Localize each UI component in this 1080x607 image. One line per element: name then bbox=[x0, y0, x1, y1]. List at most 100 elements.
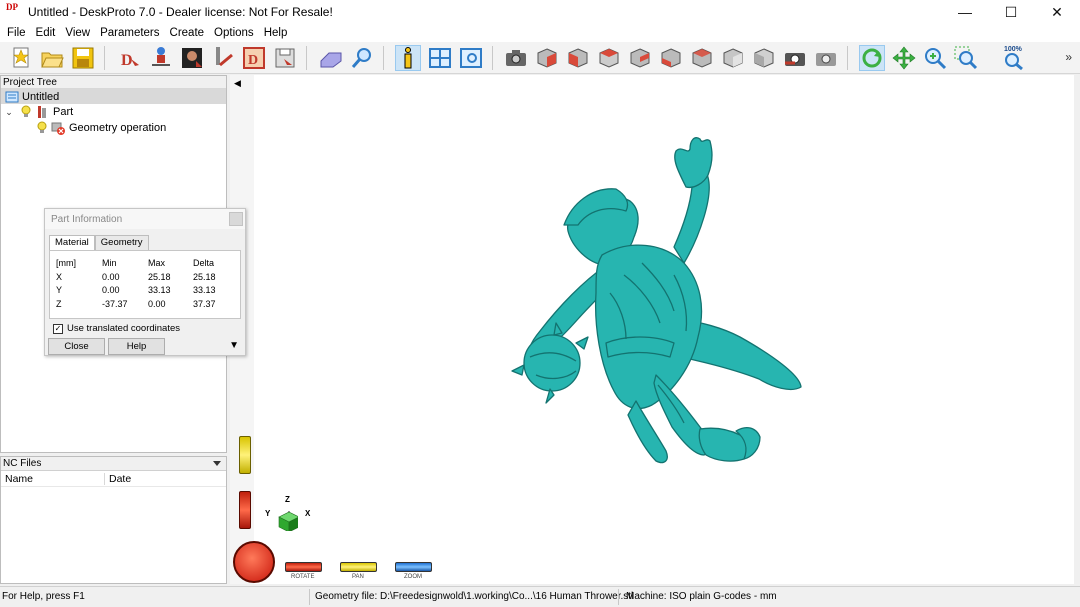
help-button[interactable]: Help bbox=[108, 338, 165, 355]
toolpath-preview-icon[interactable] bbox=[458, 45, 484, 71]
lightbulb-icon[interactable] bbox=[21, 105, 31, 119]
axis-x-label: X bbox=[305, 509, 311, 518]
inspect-icon[interactable] bbox=[349, 45, 375, 71]
nc-column-date[interactable]: Date bbox=[105, 473, 131, 485]
view-cube-right-icon[interactable] bbox=[689, 45, 715, 71]
view-cube-left-icon[interactable] bbox=[658, 45, 684, 71]
svg-text:D: D bbox=[121, 52, 133, 69]
rotate-view-icon[interactable] bbox=[859, 45, 885, 71]
export-icon[interactable] bbox=[272, 45, 298, 71]
part-icon bbox=[38, 106, 46, 118]
view-cube-plain-icon[interactable] bbox=[751, 45, 777, 71]
table-row: Z -37.37 0.00 37.37 bbox=[56, 298, 216, 309]
open-folder-icon[interactable] bbox=[39, 45, 65, 71]
tree-root-label: Untitled bbox=[22, 90, 60, 103]
checkbox-label: Use translated coordinates bbox=[67, 323, 181, 334]
views-icon[interactable] bbox=[427, 45, 453, 71]
menu-parameters[interactable]: Parameters bbox=[95, 27, 164, 39]
geometry-operation-icon bbox=[51, 122, 65, 135]
tree-item-part[interactable]: ⌄ Part bbox=[1, 104, 226, 120]
lightbulb-icon[interactable] bbox=[37, 121, 47, 135]
snapshot-icon[interactable] bbox=[813, 45, 839, 71]
rotate-control[interactable] bbox=[285, 562, 322, 572]
pan-view-icon[interactable] bbox=[891, 45, 917, 71]
import-geometry-icon[interactable]: D bbox=[117, 45, 143, 71]
axis-y-label: Y bbox=[265, 509, 271, 518]
menu-file[interactable]: File bbox=[2, 27, 31, 39]
image-import-icon[interactable] bbox=[179, 45, 205, 71]
rotate-label: ROTATE bbox=[291, 574, 315, 580]
render-camera-icon[interactable] bbox=[782, 45, 808, 71]
menu-bar: File Edit View Parameters Create Options… bbox=[0, 24, 1080, 42]
toolbar-overflow-button[interactable]: » bbox=[1065, 50, 1072, 64]
view-cube-iso-icon[interactable] bbox=[534, 45, 560, 71]
collapse-panel-icon[interactable]: ◀ bbox=[234, 78, 241, 89]
window-title: Untitled - DeskProto 7.0 - Dealer licens… bbox=[28, 5, 333, 19]
checkbox-checked-icon[interactable]: ✓ bbox=[53, 323, 63, 334]
tab-material[interactable]: Material bbox=[49, 235, 95, 251]
title-bar: DP Untitled - DeskProto 7.0 - Dealer lic… bbox=[0, 0, 1080, 24]
tree-part-label: Part bbox=[53, 106, 74, 118]
zoom-in-icon[interactable] bbox=[922, 45, 948, 71]
part-parameters-icon[interactable] bbox=[148, 45, 174, 71]
menu-edit[interactable]: Edit bbox=[31, 27, 61, 39]
zoom-window-icon[interactable] bbox=[953, 45, 979, 71]
project-tree-header: Project Tree bbox=[1, 76, 226, 89]
model-figure[interactable] bbox=[254, 75, 1074, 584]
dropdown-arrow-icon[interactable] bbox=[212, 460, 222, 468]
tool-icon[interactable] bbox=[210, 45, 236, 71]
maximize-button[interactable]: ☐ bbox=[988, 0, 1034, 24]
menu-create[interactable]: Create bbox=[165, 27, 210, 39]
dxf-import-icon[interactable]: D bbox=[241, 45, 267, 71]
expand-arrow-icon[interactable]: ▼ bbox=[229, 340, 239, 351]
dialog-title: Part Information bbox=[45, 209, 245, 229]
menu-view[interactable]: View bbox=[60, 27, 95, 39]
table-header-row: [mm] Min Max Delta bbox=[56, 258, 215, 268]
camera-icon[interactable] bbox=[503, 45, 529, 71]
axis-z-label: Z bbox=[285, 495, 290, 504]
new-file-icon[interactable] bbox=[8, 45, 34, 71]
tree-item-operation[interactable]: Geometry operation bbox=[1, 120, 226, 136]
project-icon bbox=[5, 91, 19, 102]
simulate-icon[interactable] bbox=[318, 45, 344, 71]
tree-item-root[interactable]: Untitled bbox=[1, 89, 226, 104]
chevron-down-icon[interactable]: ⌄ bbox=[3, 107, 15, 118]
status-machine: Machine: ISO plain G-codes - mm bbox=[626, 591, 777, 602]
pan-label: PAN bbox=[352, 574, 364, 580]
3d-viewport[interactable] bbox=[254, 75, 1074, 584]
menu-help[interactable]: Help bbox=[259, 27, 293, 39]
rotate-slider[interactable] bbox=[239, 491, 251, 529]
part-info-table: [mm] Min Max Delta X 0.00 25.18 25.18 Y … bbox=[49, 250, 241, 319]
close-dialog-button[interactable]: Close bbox=[48, 338, 105, 355]
view-cube-back-icon[interactable] bbox=[627, 45, 653, 71]
zoom-100-icon[interactable]: 100% bbox=[1000, 45, 1026, 71]
view-cube-bottom-icon[interactable] bbox=[720, 45, 746, 71]
pan-slider[interactable] bbox=[239, 436, 251, 474]
status-bar: For Help, press F1 Geometry file: D:\Fre… bbox=[0, 586, 1080, 607]
axis-triad: Z Y X bbox=[262, 495, 322, 545]
status-help: For Help, press F1 bbox=[2, 591, 85, 602]
nc-files-header: NC Files bbox=[3, 458, 42, 469]
table-row: Y 0.00 33.13 33.13 bbox=[56, 285, 216, 295]
view-cube-top-icon[interactable] bbox=[596, 45, 622, 71]
minimize-button[interactable]: — bbox=[942, 0, 988, 24]
nc-column-name[interactable]: Name bbox=[1, 472, 105, 485]
rotate-wheel[interactable] bbox=[233, 541, 275, 583]
dialog-close-icon[interactable] bbox=[229, 212, 243, 226]
part-information-dialog: Part Information Material Geometry [mm] … bbox=[44, 208, 246, 356]
part-info-icon[interactable] bbox=[395, 45, 421, 71]
axis-cube-icon bbox=[278, 511, 298, 531]
pan-control[interactable] bbox=[340, 562, 377, 572]
translated-coordinates-checkbox[interactable]: ✓ Use translated coordinates bbox=[53, 323, 180, 334]
save-icon[interactable] bbox=[70, 45, 96, 71]
view-cube-front-icon[interactable] bbox=[565, 45, 591, 71]
zoom-control[interactable] bbox=[395, 562, 432, 572]
table-row: X 0.00 25.18 25.18 bbox=[56, 271, 216, 282]
toolbar: D D 100% » bbox=[0, 42, 1080, 74]
close-button[interactable]: ✕ bbox=[1034, 0, 1080, 24]
status-geometry-file: Geometry file: D:\Freedesignwold\1.worki… bbox=[315, 591, 634, 602]
tab-geometry[interactable]: Geometry bbox=[94, 235, 149, 250]
app-logo-icon: DP bbox=[6, 2, 18, 12]
nc-files-panel: NC Files Name Date bbox=[0, 456, 227, 584]
menu-options[interactable]: Options bbox=[209, 27, 259, 39]
